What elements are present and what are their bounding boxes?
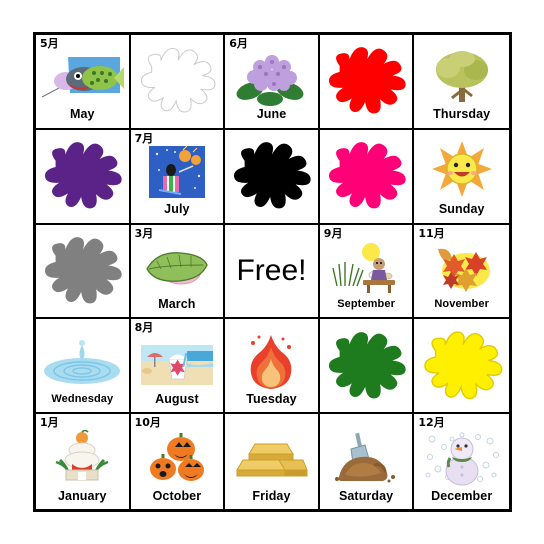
cell-label: Tuesday: [246, 391, 297, 406]
bingo-cell-splat-gray[interactable]: [36, 224, 131, 320]
cell-japanese-label: 7月: [134, 131, 154, 145]
bingo-cell-may[interactable]: 5月 May: [36, 35, 131, 130]
bingo-cell-march[interactable]: 3月 March: [130, 224, 226, 320]
cell-label: Wednesday: [51, 393, 114, 406]
bingo-cell-november[interactable]: 11月 November: [414, 224, 509, 320]
cell-label: Thursday: [433, 107, 491, 122]
bingo-cell-splat-green[interactable]: [319, 319, 415, 415]
bingo-cell-friday[interactable]: Friday: [225, 414, 320, 509]
bingo-cell-october[interactable]: 10月 October: [130, 414, 226, 509]
cell-label: January: [57, 488, 107, 503]
cell-label: Friday: [252, 488, 291, 503]
cell-japanese-label: 9月: [323, 226, 343, 240]
splat-green-icon: [320, 319, 413, 410]
cell-label: June: [256, 107, 287, 122]
cell-label: July: [164, 202, 190, 217]
bingo-cell-splat-red[interactable]: [319, 35, 415, 130]
bingo-cell-splat-purple[interactable]: [36, 129, 131, 225]
bingo-cell-saturday[interactable]: Saturday: [319, 414, 415, 509]
bingo-cell-september[interactable]: 9月 September: [319, 224, 415, 320]
bingo-cell-january[interactable]: 1月 January: [36, 414, 131, 509]
free-space-label: Free!: [236, 253, 307, 287]
cell-japanese-label: 6月: [229, 37, 248, 50]
cell-label: May: [69, 107, 95, 122]
cell-japanese-label: 11月: [418, 226, 445, 240]
splat-outline-icon: [131, 35, 224, 126]
bingo-cell-splat-outline[interactable]: [130, 35, 226, 130]
bingo-cell-wednesday[interactable]: Wednesday: [36, 319, 131, 415]
bingo-cell-thursday[interactable]: Thursday: [414, 35, 509, 130]
splat-yellow-icon: [414, 319, 509, 410]
bingo-cell-splat-pink[interactable]: [319, 129, 415, 225]
cell-japanese-label: 3月: [134, 226, 154, 240]
cell-japanese-label: 1月: [40, 416, 59, 430]
bingo-cell-july[interactable]: 7月 July: [130, 129, 226, 225]
cell-label: September: [337, 298, 395, 311]
splat-gray-icon: [36, 225, 129, 316]
cell-japanese-label: 10月: [134, 416, 161, 430]
cell-label: Saturday: [338, 488, 394, 503]
cell-label: December: [431, 488, 493, 503]
cell-japanese-label: 5月: [40, 37, 59, 50]
bingo-cell-august[interactable]: 8月 August: [130, 319, 226, 415]
splat-pink-icon: [320, 130, 413, 221]
bingo-cell-splat-yellow[interactable]: [414, 319, 509, 415]
bingo-card: 5月 May 6月 June Thursday 7月 July Sunday 3…: [33, 32, 512, 512]
cell-label: August: [155, 391, 199, 406]
splat-red-icon: [320, 35, 413, 126]
bingo-cell-sunday[interactable]: Sunday: [414, 129, 509, 225]
cell-japanese-label: 12月: [418, 416, 445, 430]
cell-japanese-label: 8月: [134, 321, 154, 335]
bingo-cell-tuesday[interactable]: Tuesday: [225, 319, 320, 415]
bingo-cell-june[interactable]: 6月 June: [225, 35, 320, 130]
cell-label: March: [158, 296, 196, 311]
cell-label: October: [152, 488, 202, 503]
bingo-cell-free-space[interactable]: Free!: [225, 224, 320, 320]
cell-label: November: [434, 298, 489, 311]
bingo-cell-december[interactable]: 12月 December: [414, 414, 509, 509]
cell-label: Sunday: [438, 202, 485, 217]
splat-black-icon: [225, 130, 318, 221]
bingo-cell-splat-black[interactable]: [225, 129, 320, 225]
splat-purple-icon: [36, 130, 129, 221]
